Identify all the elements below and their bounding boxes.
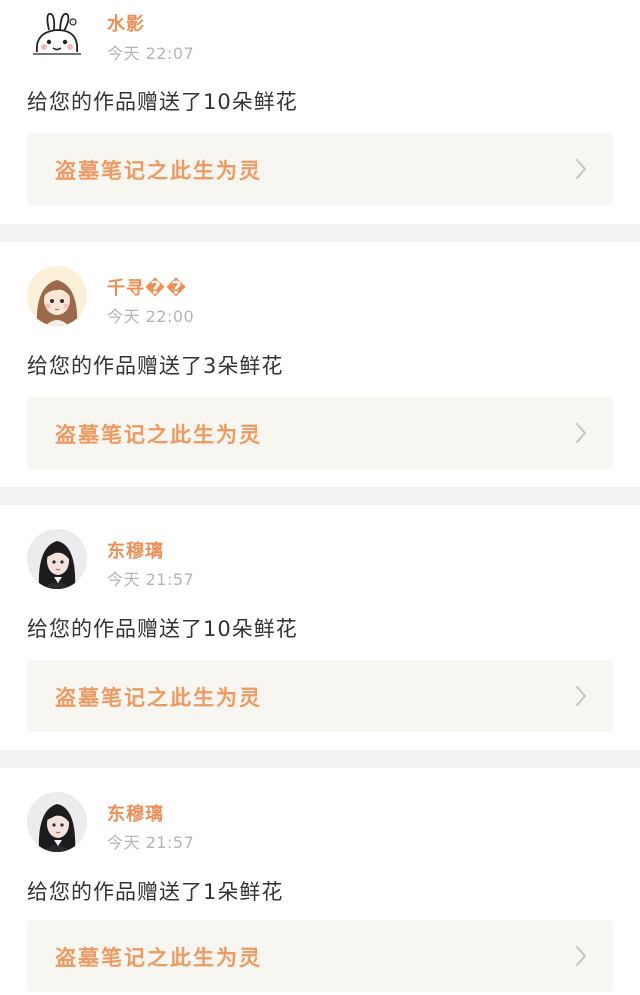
girl-photo-icon	[27, 792, 87, 852]
notification-card: 水影 今天 22:07 给您的作品赠送了10朵鲜花 盗墓笔记之此生为灵	[0, 0, 640, 224]
timestamp: 今天 22:07	[107, 44, 195, 63]
chevron-right-icon	[576, 686, 586, 706]
gift-message: 给您的作品赠送了3朵鲜花	[27, 354, 284, 378]
card-divider	[0, 487, 640, 505]
timestamp: 今天 22:00	[107, 307, 195, 326]
girl-photo-icon	[27, 529, 87, 589]
work-title: 盗墓笔记之此生为灵	[55, 159, 262, 183]
work-title: 盗墓笔记之此生为灵	[55, 423, 262, 447]
notification-card: 千寻�� 今天 22:00 给您的作品赠送了3朵鲜花 盗墓笔记之此生为灵	[0, 242, 640, 469]
timestamp: 今天 21:57	[107, 833, 195, 852]
work-link[interactable]: 盗墓笔记之此生为灵	[27, 920, 613, 992]
notification-card: 东穆璃 今天 21:57 给您的作品赠送了10朵鲜花 盗墓笔记之此生为灵	[0, 505, 640, 732]
chevron-right-icon	[576, 423, 586, 443]
card-divider	[0, 224, 640, 242]
chevron-right-icon	[576, 946, 586, 966]
avatar[interactable]	[27, 8, 87, 68]
notification-feed: 水影 今天 22:07 给您的作品赠送了10朵鲜花 盗墓笔记之此生为灵 千寻��…	[0, 0, 640, 995]
username[interactable]: 东穆璃	[107, 537, 164, 563]
timestamp: 今天 21:57	[107, 570, 195, 589]
cartoon-rabbit-icon	[33, 12, 81, 55]
username[interactable]: 千寻��	[107, 274, 187, 300]
username[interactable]: 水影	[107, 10, 145, 36]
chevron-right-icon	[576, 159, 586, 179]
anime-girl-icon	[27, 266, 87, 326]
work-title: 盗墓笔记之此生为灵	[55, 686, 262, 710]
avatar[interactable]	[27, 792, 87, 852]
gift-message: 给您的作品赠送了10朵鲜花	[27, 90, 298, 114]
gift-message: 给您的作品赠送了1朵鲜花	[27, 880, 284, 904]
work-link[interactable]: 盗墓笔记之此生为灵	[27, 660, 613, 732]
work-link[interactable]: 盗墓笔记之此生为灵	[27, 133, 613, 205]
avatar[interactable]	[27, 529, 87, 589]
username[interactable]: 东穆璃	[107, 800, 164, 826]
avatar[interactable]	[27, 266, 87, 326]
work-link[interactable]: 盗墓笔记之此生为灵	[27, 397, 613, 469]
card-divider	[0, 750, 640, 768]
work-title: 盗墓笔记之此生为灵	[55, 946, 262, 970]
notification-card: 东穆璃 今天 21:57 给您的作品赠送了1朵鲜花 盗墓笔记之此生为灵	[0, 768, 640, 992]
gift-message: 给您的作品赠送了10朵鲜花	[27, 617, 298, 641]
